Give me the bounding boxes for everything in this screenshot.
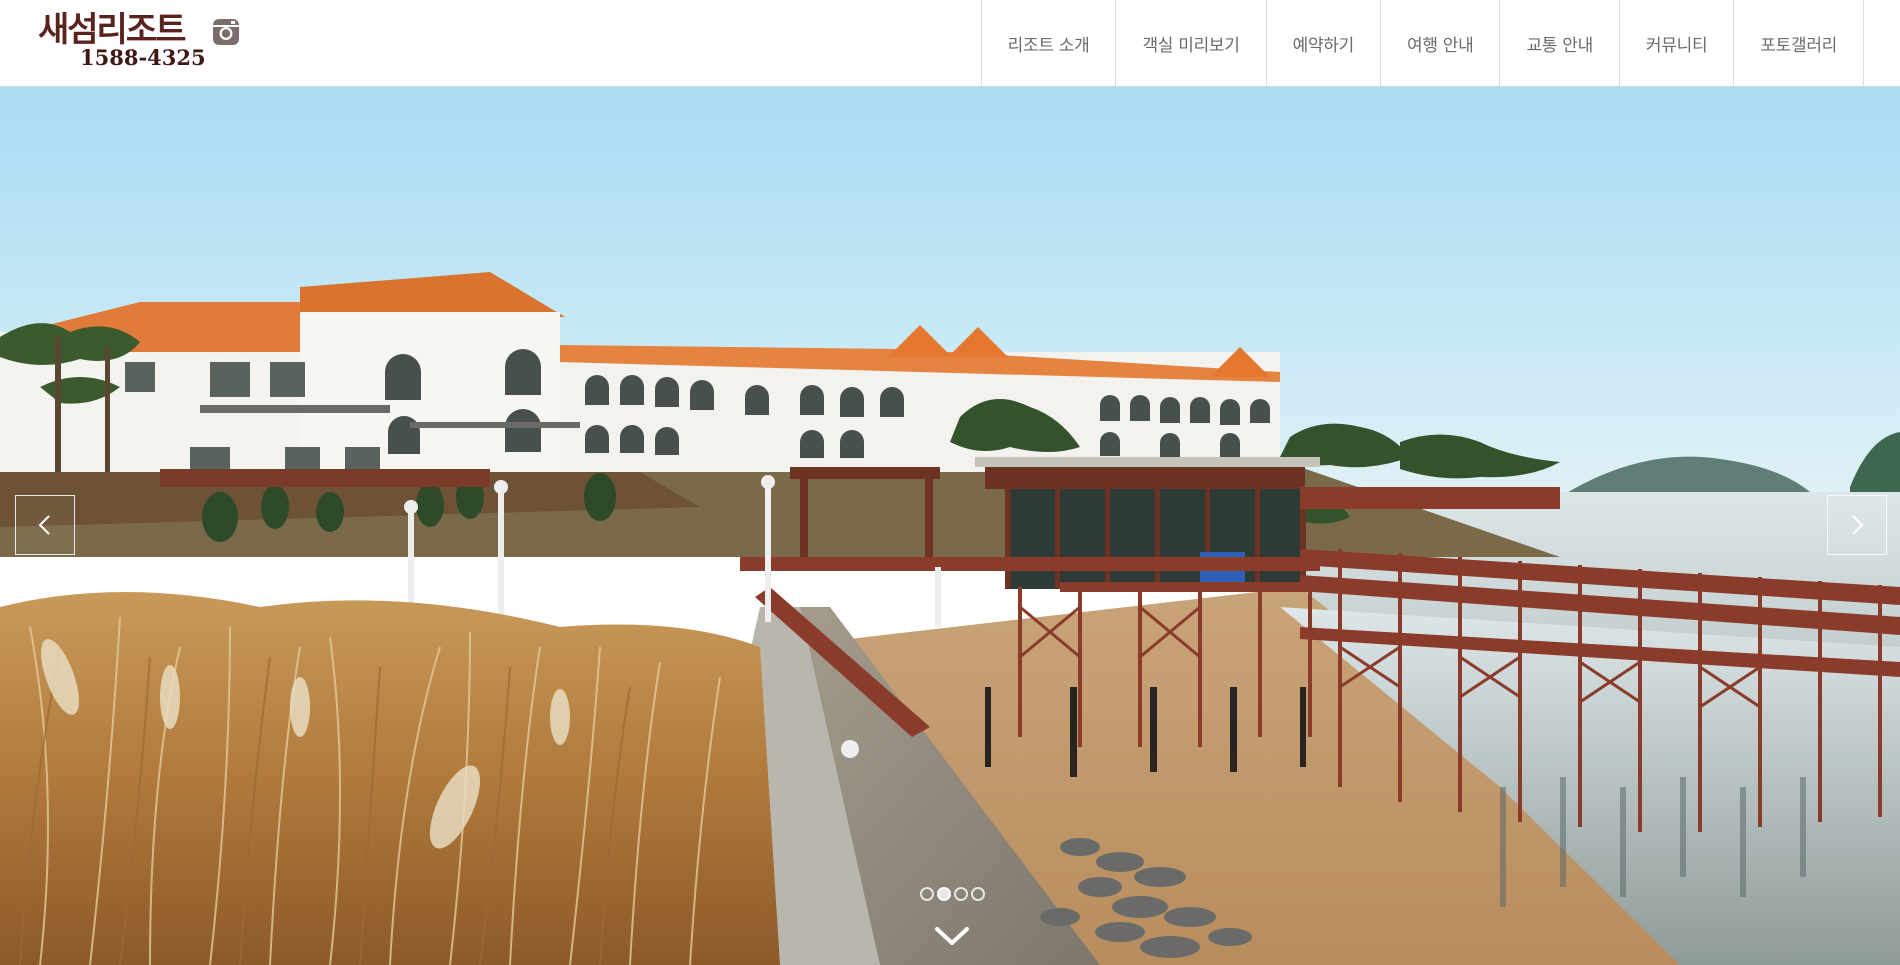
- slider-dot-2[interactable]: [937, 887, 951, 901]
- slider-dot-1[interactable]: [920, 887, 934, 901]
- main-nav: 리조트 소개 객실 미리보기 예약하기 여행 안내 교통 안내 커뮤니티 포토갤…: [980, 0, 1864, 86]
- logo-link[interactable]: 새섬리조트 1588-4325: [38, 10, 206, 72]
- chevron-down-icon[interactable]: [934, 925, 970, 947]
- slider-dot-4[interactable]: [971, 887, 985, 901]
- nav-item-resort-intro[interactable]: 리조트 소개: [982, 0, 1117, 86]
- logo-name: 새섬리조트: [38, 10, 186, 50]
- logo-phone: 1588-4325: [80, 45, 206, 70]
- hero-image: [0, 87, 1900, 965]
- chevron-right-icon: [1852, 515, 1864, 535]
- instagram-icon[interactable]: [212, 18, 240, 46]
- nav-item-photo-gallery[interactable]: 포토갤러리: [1734, 0, 1864, 86]
- slider-next-button[interactable]: [1827, 495, 1887, 555]
- nav-item-travel-guide[interactable]: 여행 안내: [1381, 0, 1501, 86]
- site-header: 새섬리조트 1588-4325 리조트 소개 객실 미리보기 예약하기 여행 안…: [0, 0, 1900, 87]
- hero-slider: [0, 87, 1900, 965]
- nav-item-reservation[interactable]: 예약하기: [1267, 0, 1381, 86]
- nav-item-room-preview[interactable]: 객실 미리보기: [1116, 0, 1267, 86]
- nav-item-community[interactable]: 커뮤니티: [1620, 0, 1735, 86]
- chevron-left-icon: [38, 515, 50, 535]
- slider-pagination: [920, 887, 985, 901]
- slider-prev-button[interactable]: [15, 495, 75, 555]
- slider-dot-3[interactable]: [954, 887, 968, 901]
- nav-item-transport-guide[interactable]: 교통 안내: [1500, 0, 1620, 86]
